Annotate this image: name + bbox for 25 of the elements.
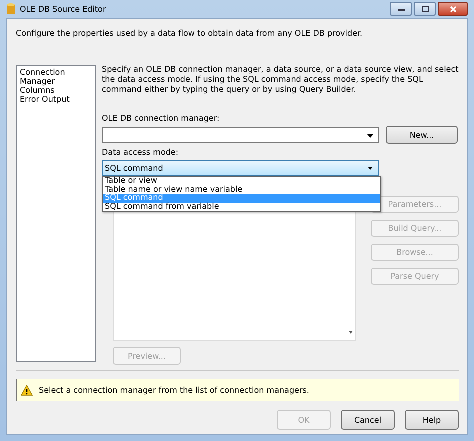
dialog-description: Configure the properties used by a data flow to obtain data from any OLE DB provider.	[16, 29, 364, 40]
instructions-text: Specify an OLE DB connection manager, a data source, or a data source view, and select the data access mode. If using the SQL command access mode, specify the SQL command either by typing the query or by using Query Builder.	[102, 65, 459, 96]
warning-message: Select a connection manager from the list of connection managers.	[39, 386, 310, 394]
database-icon	[6, 3, 16, 15]
new-button[interactable]: New...	[386, 126, 458, 144]
minimize-icon	[398, 8, 404, 10]
maximize-button[interactable]	[414, 2, 436, 16]
selected-value: SQL command	[105, 164, 164, 172]
close-button[interactable]	[438, 2, 468, 16]
dropdown-option[interactable]: Table name or view name variable	[103, 186, 380, 194]
close-icon	[450, 6, 456, 12]
maximize-icon	[422, 6, 428, 12]
dropdown-option[interactable]: Table or view	[103, 177, 380, 186]
warning-icon	[21, 384, 33, 396]
minimize-button[interactable]	[390, 2, 412, 16]
help-button[interactable]: Help	[405, 410, 459, 430]
field-label: Data access mode:	[102, 148, 180, 157]
page-list-item[interactable]: Error Output	[20, 95, 92, 104]
field-label: OLE DB connection manager:	[102, 114, 221, 123]
scroll-arrow-icon	[349, 331, 353, 334]
window-title: OLE DB Source Editor	[20, 4, 106, 14]
page-list-item[interactable]: Columns	[20, 86, 92, 95]
cancel-button[interactable]: Cancel	[341, 410, 395, 430]
connection-manager-dropdown[interactable]	[102, 127, 379, 143]
page-list-item[interactable]: Connection Manager	[20, 68, 92, 86]
